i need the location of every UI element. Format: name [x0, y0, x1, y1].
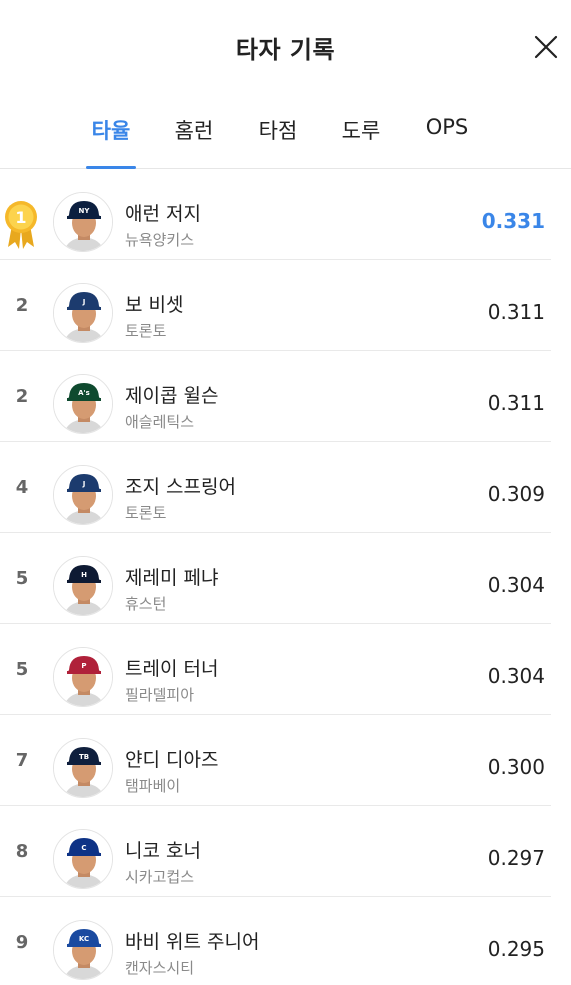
svg-text:J: J [82, 480, 86, 488]
team-name: 애슬레틱스 [125, 413, 195, 431]
player-row[interactable]: 5 P 트레이 터너 필라델피아 0.304 [0, 624, 571, 715]
tab-home-runs[interactable]: 홈런 [168, 115, 220, 169]
stat-tabs: 타율 홈런 타점 도루 OPS [0, 95, 571, 169]
rank-number: 2 [15, 295, 29, 316]
modal-header: 타자 기록 [0, 0, 571, 95]
player-avatar: P [53, 647, 113, 707]
tab-batting-average[interactable]: 타율 [86, 115, 136, 169]
player-avatar: H [53, 556, 113, 616]
svg-text:TB: TB [79, 753, 89, 761]
stat-value: 0.300 [487, 755, 545, 779]
rank-number: 4 [15, 477, 29, 498]
rank-number: 8 [15, 841, 29, 862]
player-avatar: C [53, 829, 113, 889]
team-name: 탬파베이 [125, 777, 181, 795]
medal-rank: 1 [15, 208, 26, 227]
player-avatar: J [53, 465, 113, 525]
svg-text:H: H [81, 571, 87, 579]
player-row[interactable]: 8 C 니코 호너 시카고컵스 0.297 [0, 806, 571, 897]
svg-text:P: P [81, 662, 86, 670]
team-name: 캔자스시티 [125, 959, 195, 977]
stat-value: 0.331 [481, 209, 545, 233]
player-name: 애런 저지 [125, 203, 201, 225]
team-name: 토론토 [125, 322, 167, 340]
rank-number: 5 [15, 568, 29, 589]
player-name: 니코 호너 [125, 840, 201, 862]
svg-text:KC: KC [79, 935, 89, 943]
rank-number: 2 [15, 386, 29, 407]
page-title: 타자 기록 [235, 36, 336, 64]
tab-ops[interactable]: OPS [418, 115, 476, 169]
player-row[interactable]: 5 H 제레미 페냐 휴스턴 0.304 [0, 533, 571, 624]
player-avatar: NY [53, 192, 113, 252]
stat-value: 0.311 [487, 391, 545, 415]
rank-number: 7 [15, 750, 29, 771]
player-name: 제이콥 윌슨 [125, 385, 219, 407]
player-avatar: KC [53, 920, 113, 980]
tab-stolen-bases[interactable]: 도루 [335, 115, 387, 169]
player-row[interactable]: 4 J 조지 스프링어 토론토 0.309 [0, 442, 571, 533]
stat-value: 0.311 [487, 300, 545, 324]
player-name: 얀디 디아즈 [125, 749, 219, 771]
player-avatar: TB [53, 738, 113, 798]
stat-value: 0.304 [487, 573, 545, 597]
svg-text:J: J [82, 298, 86, 306]
player-row[interactable]: 7 TB 얀디 디아즈 탬파베이 0.300 [0, 715, 571, 806]
rank-number: 9 [15, 932, 29, 953]
player-row[interactable]: 2 J 보 비셋 토론토 0.311 [0, 260, 571, 351]
team-name: 토론토 [125, 504, 167, 522]
player-row[interactable]: 2 A's 제이콥 윌슨 애슬레틱스 0.311 [0, 351, 571, 442]
player-row[interactable]: 1 NY 애런 저지 뉴욕양키스 0.331 [0, 169, 571, 260]
rank-number: 5 [15, 659, 29, 680]
player-name: 트레이 터너 [125, 658, 219, 680]
team-name: 뉴욕양키스 [125, 231, 195, 249]
stat-value: 0.295 [487, 937, 545, 961]
stat-value: 0.297 [487, 846, 545, 870]
svg-text:A's: A's [78, 389, 90, 397]
player-name: 제레미 페냐 [125, 567, 219, 589]
team-name: 필라델피아 [125, 686, 195, 704]
svg-text:C: C [81, 844, 86, 852]
close-icon[interactable] [532, 33, 560, 61]
svg-text:NY: NY [79, 207, 91, 215]
player-row[interactable]: 9 KC 바비 위트 주니어 캔자스시티 0.295 [0, 897, 571, 985]
gold-medal-icon: 1 [5, 201, 37, 249]
player-avatar: J [53, 283, 113, 343]
player-name: 바비 위트 주니어 [125, 931, 260, 953]
tab-rbi[interactable]: 타점 [252, 115, 304, 169]
player-avatar: A's [53, 374, 113, 434]
stat-value: 0.309 [487, 482, 545, 506]
player-name: 보 비셋 [125, 294, 184, 316]
team-name: 휴스턴 [125, 595, 167, 613]
player-name: 조지 스프링어 [125, 476, 236, 498]
stat-value: 0.304 [487, 664, 545, 688]
team-name: 시카고컵스 [125, 868, 195, 886]
